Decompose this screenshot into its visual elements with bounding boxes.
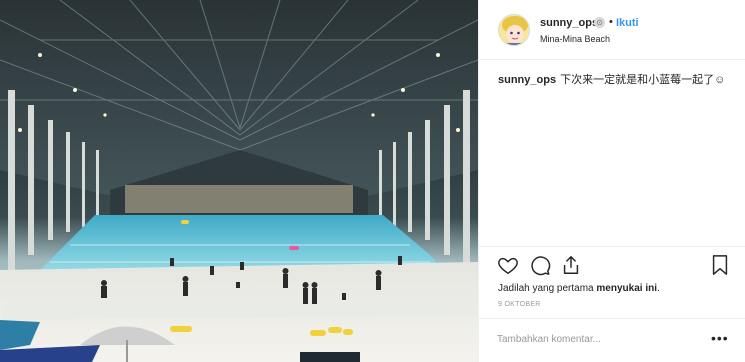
header-separator: • (609, 16, 613, 28)
likes-suffix: . (656, 283, 660, 294)
more-options-icon[interactable]: ••• (711, 330, 729, 346)
account-badge-icon: ⊙ (594, 17, 605, 28)
post-header: sunny_ops ⊙ • Ikuti Mina-Mina Beach (479, 0, 745, 60)
instagram-post: sunny_ops ⊙ • Ikuti Mina-Mina Beach sunn… (0, 0, 745, 362)
avatar[interactable] (498, 14, 530, 46)
post-photo[interactable] (0, 0, 478, 362)
comment-icon[interactable] (529, 254, 551, 276)
post-date[interactable]: 9 OKTOBER (498, 301, 541, 308)
caption-text: 下次来一定就是和小蓝莓一起了☺ (560, 74, 726, 86)
comment-bar: ••• (479, 318, 745, 362)
post-location[interactable]: Mina-Mina Beach (540, 34, 610, 44)
indoor-wave-pool-image (0, 0, 478, 362)
post-actions-bar (479, 246, 745, 284)
post-username[interactable]: sunny_ops (540, 17, 598, 29)
bookmark-icon[interactable] (709, 254, 731, 276)
follow-button[interactable]: Ikuti (616, 17, 639, 29)
post-caption: sunny_ops 下次来一定就是和小蓝莓一起了☺ (498, 73, 738, 88)
avatar-character-icon (499, 15, 529, 45)
caption-username[interactable]: sunny_ops (498, 74, 556, 86)
comment-input[interactable] (497, 330, 697, 348)
share-icon[interactable] (560, 254, 582, 276)
likes-text: Jadilah yang pertama menyukai ini. (498, 283, 660, 294)
heart-icon[interactable] (497, 254, 519, 276)
like-this-link[interactable]: menyukai ini (596, 283, 657, 294)
post-side-panel: sunny_ops ⊙ • Ikuti Mina-Mina Beach sunn… (478, 0, 745, 362)
likes-prefix: Jadilah yang pertama (498, 283, 597, 294)
